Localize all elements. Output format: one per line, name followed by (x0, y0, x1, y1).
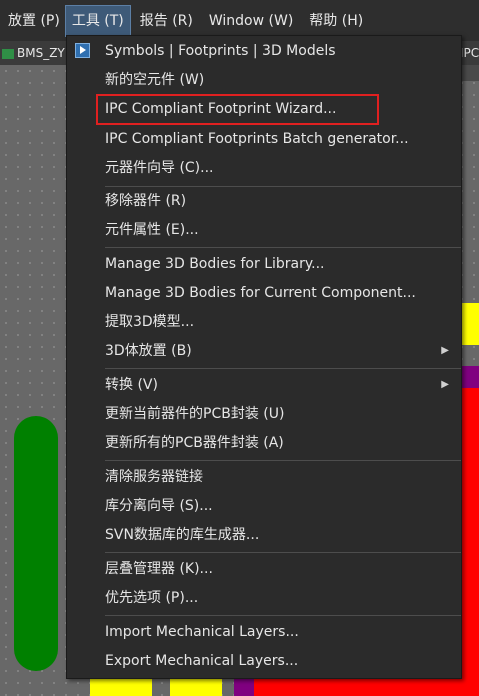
menu-item-extract-3d-model[interactable]: 提取3D模型... (67, 308, 461, 336)
pcb-doc-icon (2, 48, 14, 59)
menu-item-symbols-footprints-3d[interactable]: Symbols | Footprints | 3D Models (67, 37, 461, 65)
red-region-right (460, 388, 479, 696)
menu-item-label: 优先选项 (P)... (105, 590, 199, 606)
menu-help[interactable]: 帮助 (H) (303, 6, 369, 36)
menu-item-label: 更新当前器件的PCB封装 (U) (105, 406, 285, 422)
menu-item-component-properties[interactable]: 元件属性 (E)... (67, 216, 461, 244)
menu-item-label: 3D体放置 (B) (105, 343, 192, 359)
menu-item-layer-stack-manager[interactable]: 层叠管理器 (K)... (67, 555, 461, 583)
menu-window[interactable]: Window (W) (203, 6, 299, 36)
submenu-arrow-icon: ▶ (441, 345, 449, 356)
menu-item-clear-server-links[interactable]: 清除服务器链接 (67, 463, 461, 491)
menu-item-label: 移除器件 (R) (105, 193, 187, 209)
menu-item-import-mechanical-layers[interactable]: Import Mechanical Layers... (67, 618, 461, 646)
document-tab-label: BMS_ZY (17, 46, 65, 60)
menu-item-new-blank-component[interactable]: 新的空元件 (W) (67, 66, 461, 94)
menu-item-label: Export Mechanical Layers... (105, 653, 299, 669)
menu-item-library-splitter-wizard[interactable]: 库分离向导 (S)... (67, 492, 461, 520)
menu-item-label: SVN数据库的库生成器... (105, 527, 260, 543)
menu-item-label: 更新所有的PCB器件封装 (A) (105, 435, 284, 451)
menu-separator (105, 552, 461, 553)
menu-separator (105, 615, 461, 616)
menu-item-update-all-pcb-footprints[interactable]: 更新所有的PCB器件封装 (A) (67, 429, 461, 457)
menu-tools[interactable]: 工具 (T) (64, 5, 131, 37)
menu-item-label: 转换 (V) (105, 377, 158, 393)
menu-item-label: Manage 3D Bodies for Current Component..… (105, 285, 416, 301)
menu-item-export-mechanical-layers[interactable]: Export Mechanical Layers... (67, 647, 461, 675)
menu-item-label: Symbols | Footprints | 3D Models (105, 43, 336, 59)
menu-item-label: 库分离向导 (S)... (105, 498, 213, 514)
menu-item-label: IPC Compliant Footprints Batch generator… (105, 131, 409, 147)
menu-item-manage-3d-bodies-library[interactable]: Manage 3D Bodies for Library... (67, 250, 461, 278)
menu-item-manage-3d-bodies-current[interactable]: Manage 3D Bodies for Current Component..… (67, 279, 461, 307)
menu-item-label: 元件属性 (E)... (105, 222, 199, 238)
menu-item-convert[interactable]: 转换 (V) ▶ (67, 371, 461, 399)
tools-dropdown-menu: Symbols | Footprints | 3D Models 新的空元件 (… (66, 35, 462, 679)
purple-trace-bottom (234, 677, 254, 696)
menu-item-3d-body-placement[interactable]: 3D体放置 (B) ▶ (67, 337, 461, 365)
menu-item-ipc-batch-generator[interactable]: IPC Compliant Footprints Batch generator… (67, 125, 461, 153)
green-pad (14, 416, 58, 671)
highlight-annotation-box (96, 94, 379, 125)
yellow-pad-bottom-2 (170, 677, 222, 696)
menu-separator (105, 247, 461, 248)
submenu-arrow-icon: ▶ (441, 379, 449, 390)
menu-separator (105, 368, 461, 369)
yellow-pad-bottom-1 (90, 677, 152, 696)
red-region-bottom (254, 677, 479, 696)
menu-separator (105, 460, 461, 461)
purple-trace-right (460, 366, 479, 388)
menu-place[interactable]: 放置 (P) (2, 6, 66, 36)
document-tab-right-label: IPC (460, 46, 479, 60)
menu-item-label: 层叠管理器 (K)... (105, 561, 213, 577)
play-icon (75, 43, 90, 58)
menu-reports[interactable]: 报告 (R) (134, 6, 199, 36)
document-tab[interactable]: BMS_ZY (0, 41, 66, 65)
menu-item-label: 清除服务器链接 (105, 469, 203, 485)
menu-item-svn-db-lib-maker[interactable]: SVN数据库的库生成器... (67, 521, 461, 549)
menu-item-label: 新的空元件 (W) (105, 72, 205, 88)
menu-item-update-current-pcb-footprint[interactable]: 更新当前器件的PCB封装 (U) (67, 400, 461, 428)
document-tab-right[interactable]: IPC (460, 41, 479, 65)
menu-item-component-wizard[interactable]: 元器件向导 (C)... (67, 154, 461, 182)
menu-item-preferences[interactable]: 优先选项 (P)... (67, 584, 461, 612)
menu-item-label: Import Mechanical Layers... (105, 624, 299, 640)
menu-item-label: 元器件向导 (C)... (105, 160, 214, 176)
menu-item-label: Manage 3D Bodies for Library... (105, 256, 325, 272)
menu-item-label: 提取3D模型... (105, 314, 195, 330)
panel-strip (460, 65, 479, 81)
menu-item-remove-component[interactable]: 移除器件 (R) (67, 187, 461, 215)
